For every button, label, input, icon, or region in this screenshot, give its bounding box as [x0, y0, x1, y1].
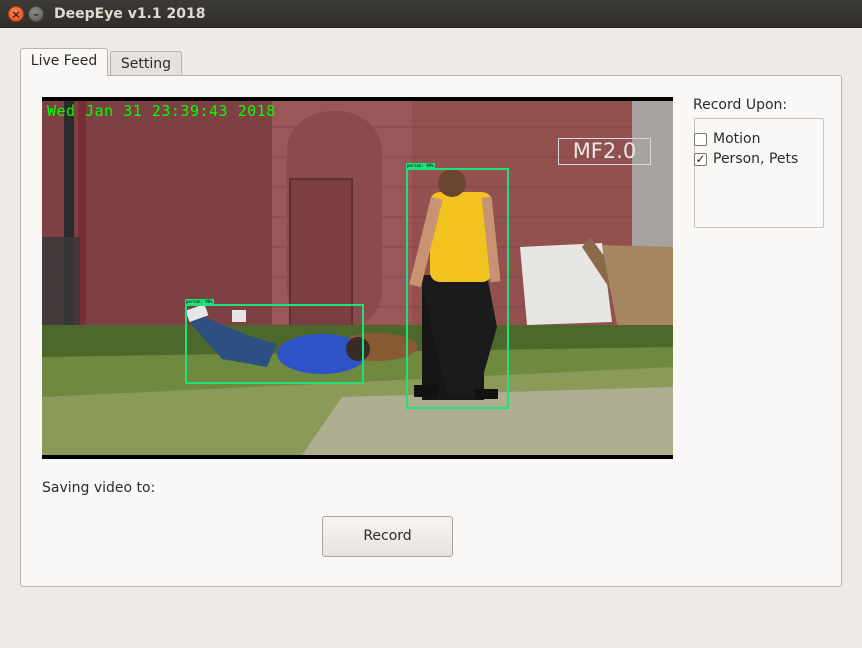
motion-checkbox-label: Motion — [713, 131, 761, 147]
title-bar: × – DeepEye v1.1 2018 — [0, 0, 862, 28]
detection-box-person-standing — [406, 168, 509, 409]
watermark-logo: MF2.0 — [558, 138, 651, 165]
tab-setting[interactable]: Setting — [110, 51, 182, 76]
motion-checkbox[interactable] — [694, 132, 707, 146]
close-window-button[interactable]: × — [8, 6, 24, 22]
record-button[interactable]: Record — [322, 516, 453, 557]
minimize-icon: – — [33, 8, 39, 21]
detection-label-person-standing: person: 99% — [406, 163, 435, 168]
app-window: × – DeepEye v1.1 2018 Live Feed Setting — [0, 0, 862, 648]
saving-video-label: Saving video to: — [42, 480, 156, 496]
minimize-window-button[interactable]: – — [28, 6, 44, 22]
close-icon: × — [11, 8, 21, 21]
person-pets-checkbox-label: Person, Pets — [713, 151, 799, 167]
person-pets-checkbox[interactable]: ✓ — [694, 152, 707, 166]
video-timestamp: Wed Jan 31 23:39:43 2018 — [47, 102, 276, 120]
window-title: DeepEye v1.1 2018 — [54, 6, 206, 22]
person-pets-checkbox-row[interactable]: ✓ Person, Pets — [694, 150, 798, 168]
tab-live-feed[interactable]: Live Feed — [20, 48, 108, 76]
detection-box-person-lying — [185, 304, 364, 384]
detection-label-person-lying: person: 98% — [185, 299, 214, 304]
motion-checkbox-row[interactable]: Motion — [694, 130, 760, 148]
record-upon-label: Record Upon: — [693, 97, 788, 113]
